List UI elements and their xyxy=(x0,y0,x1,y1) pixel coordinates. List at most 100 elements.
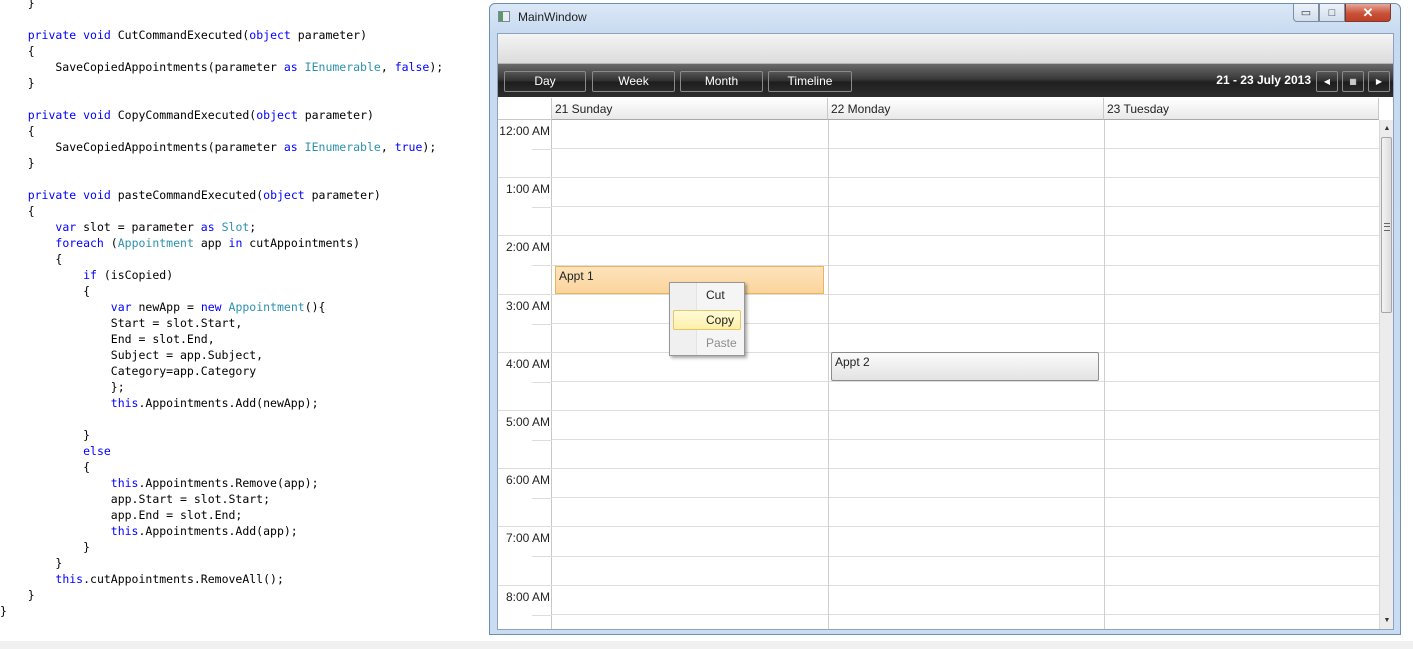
code-token: this xyxy=(110,524,139,538)
code-token: object xyxy=(256,108,298,122)
tab-month-label: Month xyxy=(704,74,739,88)
time-label: 1:00 AM xyxy=(505,182,550,197)
next-button[interactable]: ▶ xyxy=(1368,71,1390,92)
code-line: } xyxy=(0,155,35,171)
code-token: parameter) xyxy=(297,108,374,122)
slot-line xyxy=(552,497,1379,499)
code-token: }; xyxy=(0,380,125,394)
code-line: } xyxy=(0,587,35,603)
tab-day[interactable]: Day xyxy=(504,71,586,92)
menu-item-label: Cut xyxy=(706,288,725,302)
code-line: Start = slot.Start, xyxy=(0,315,243,331)
code-token: newApp = xyxy=(131,300,201,314)
slot-line xyxy=(552,380,1379,382)
code-token: private xyxy=(27,28,77,42)
half-hour-tick xyxy=(532,149,552,150)
code-line: } xyxy=(0,539,90,555)
code-editor[interactable]: } private void CutCommandExecuted(object… xyxy=(0,0,488,640)
menu-item-copy[interactable]: Copy xyxy=(673,310,741,330)
code-line: foreach (Appointment app in cutAppointme… xyxy=(0,235,360,251)
vertical-scrollbar[interactable]: ▲ ▼ xyxy=(1379,120,1393,629)
code-token: } xyxy=(0,428,91,442)
code-token: } xyxy=(0,604,7,618)
slot-line xyxy=(552,468,1379,470)
date-range-label: 21 - 23 July 2013 xyxy=(1216,73,1311,87)
code-token: this xyxy=(110,476,139,490)
scrollbar-thumb[interactable] xyxy=(1381,137,1392,313)
grip-icon xyxy=(1384,223,1390,231)
code-token: End = slot.End, xyxy=(0,332,215,346)
code-token: { xyxy=(0,44,35,58)
minimize-button[interactable]: ▭ xyxy=(1293,4,1319,22)
hour-tick xyxy=(498,235,552,237)
code-line: { xyxy=(0,123,35,139)
slot-line xyxy=(552,206,1379,208)
slot-line xyxy=(552,177,1379,179)
code-token: app.Start = slot.Start; xyxy=(0,492,271,506)
window-title: MainWindow xyxy=(518,10,587,24)
day-separator xyxy=(1104,120,1105,629)
calendar-icon: ▦ xyxy=(1349,77,1357,86)
half-hour-tick xyxy=(532,614,552,616)
code-token: IEnumerable xyxy=(304,60,381,74)
menu-item-paste[interactable]: Paste xyxy=(673,334,741,354)
maximize-button[interactable]: □ xyxy=(1319,4,1345,22)
code-line: SaveCopiedAppointments(parameter as IEnu… xyxy=(0,139,436,155)
code-token: } xyxy=(0,588,35,602)
menu-item-label: Paste xyxy=(706,336,737,350)
tab-month[interactable]: Month xyxy=(680,71,763,92)
appointment-subject: Appt 1 xyxy=(559,269,594,283)
code-token: ); xyxy=(429,60,444,74)
chevron-left-icon: ◀ xyxy=(1323,77,1331,86)
code-line: private void CutCommandExecuted(object p… xyxy=(0,27,367,43)
calendar-button[interactable]: ▦ xyxy=(1342,71,1364,92)
code-token: { xyxy=(0,204,35,218)
code-line: { xyxy=(0,43,35,59)
code-line: app.End = slot.End; xyxy=(0,507,243,523)
time-ruler: 12:00 AM 1:00 AM 2:00 AM 3:00 AM 4:00 AM 5:00… xyxy=(498,120,552,629)
tab-timeline[interactable]: Timeline xyxy=(768,71,852,92)
day-header-sunday[interactable]: 21 Sunday xyxy=(552,98,828,120)
code-line: app.Start = slot.Start; xyxy=(0,491,270,507)
hour-tick xyxy=(498,468,552,470)
code-line: this.Appointments.Add(newApp); xyxy=(0,395,319,411)
code-token: .Appointments.Add(newApp); xyxy=(138,396,319,410)
appointment-appt-2[interactable]: Appt 2 xyxy=(831,352,1099,381)
close-button[interactable]: ✕ xyxy=(1345,4,1391,22)
code-token: } xyxy=(0,556,63,570)
code-line: var newApp = new Appointment(){ xyxy=(0,299,326,315)
code-token: void xyxy=(83,108,111,122)
code-token: var xyxy=(55,220,77,234)
previous-button[interactable]: ◀ xyxy=(1316,71,1338,92)
code-line: } xyxy=(0,603,7,619)
scroll-up-arrow-icon[interactable]: ▲ xyxy=(1381,122,1393,136)
tab-week-label: Week xyxy=(618,74,649,88)
half-hour-tick xyxy=(532,440,552,441)
header-corner xyxy=(498,98,552,120)
code-line: }; xyxy=(0,379,125,395)
slot-line xyxy=(552,584,1379,586)
menu-item-cut[interactable]: Cut xyxy=(673,286,741,306)
code-token: Slot xyxy=(221,220,250,234)
maximize-icon: □ xyxy=(1328,6,1336,19)
half-hour-tick xyxy=(532,265,552,267)
code-token: Category=app.Category xyxy=(0,364,257,378)
title-bar[interactable]: MainWindow ▭ □ ✕ xyxy=(490,4,1400,30)
scroll-down-arrow-icon[interactable]: ▼ xyxy=(1381,614,1393,628)
day-header-monday[interactable]: 22 Monday xyxy=(828,98,1104,120)
code-token: app.End = slot.End; xyxy=(0,508,243,522)
day-header-tuesday[interactable]: 23 Tuesday xyxy=(1104,98,1379,120)
tab-week[interactable]: Week xyxy=(592,71,675,92)
time-label: 7:00 AM xyxy=(505,531,550,546)
code-token: .cutAppointments.RemoveAll(); xyxy=(83,572,284,586)
